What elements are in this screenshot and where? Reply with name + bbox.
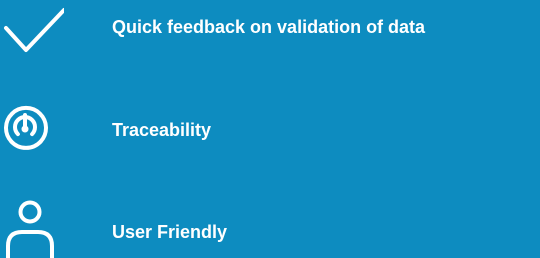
feature-user-friendly: User Friendly <box>0 198 540 258</box>
user-icon <box>6 200 54 258</box>
feature-label-quick-feedback: Quick feedback on validation of data <box>112 17 426 37</box>
feature-label-traceability: Traceability <box>112 120 212 140</box>
feature-quick-feedback: Quick feedback on validation of data <box>0 0 540 60</box>
radar-target-icon <box>4 106 48 150</box>
checkmark-icon <box>4 8 64 52</box>
feature-traceability: Traceability <box>0 98 540 158</box>
feature-label-user-friendly: User Friendly <box>112 222 228 242</box>
